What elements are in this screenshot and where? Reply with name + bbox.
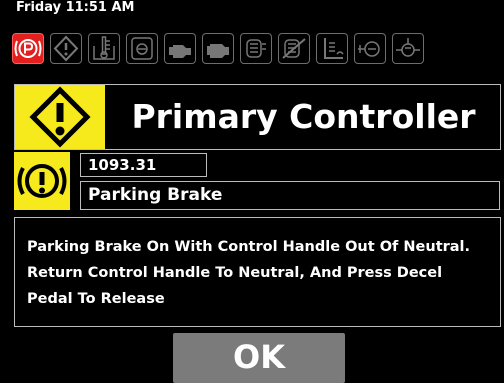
alarm-message: Parking Brake On With Control Handle Out… (14, 217, 501, 327)
datetime-label: Friday 11:51 AM (16, 0, 135, 15)
alarm-name: Parking Brake (80, 181, 500, 210)
hydraulic-oil-level-icon (316, 33, 348, 64)
coolant-temperature-icon (88, 33, 120, 64)
engine-alt-icon (202, 33, 234, 64)
warning-diamond-icon (15, 85, 105, 149)
ok-button[interactable]: OK (173, 333, 345, 383)
warning-icon (50, 33, 82, 64)
status-bar: Friday 11:51 AM (16, 0, 135, 16)
indicator-row (12, 33, 502, 67)
transmission-fault-icon (278, 33, 310, 64)
alarm-title: Primary Controller (131, 97, 476, 136)
hydraulic-pressure-icon (392, 33, 424, 64)
transmission-temperature-icon (240, 33, 272, 64)
alarm-exclamation-icon (14, 152, 70, 210)
alarm-code: 1093.31 (80, 153, 207, 177)
parking-brake-icon (12, 33, 44, 64)
air-filter-icon (126, 33, 158, 64)
hydraulic-filter-icon (354, 33, 386, 64)
alarm-title-banner: Primary Controller (14, 84, 501, 150)
engine-icon (164, 33, 196, 64)
